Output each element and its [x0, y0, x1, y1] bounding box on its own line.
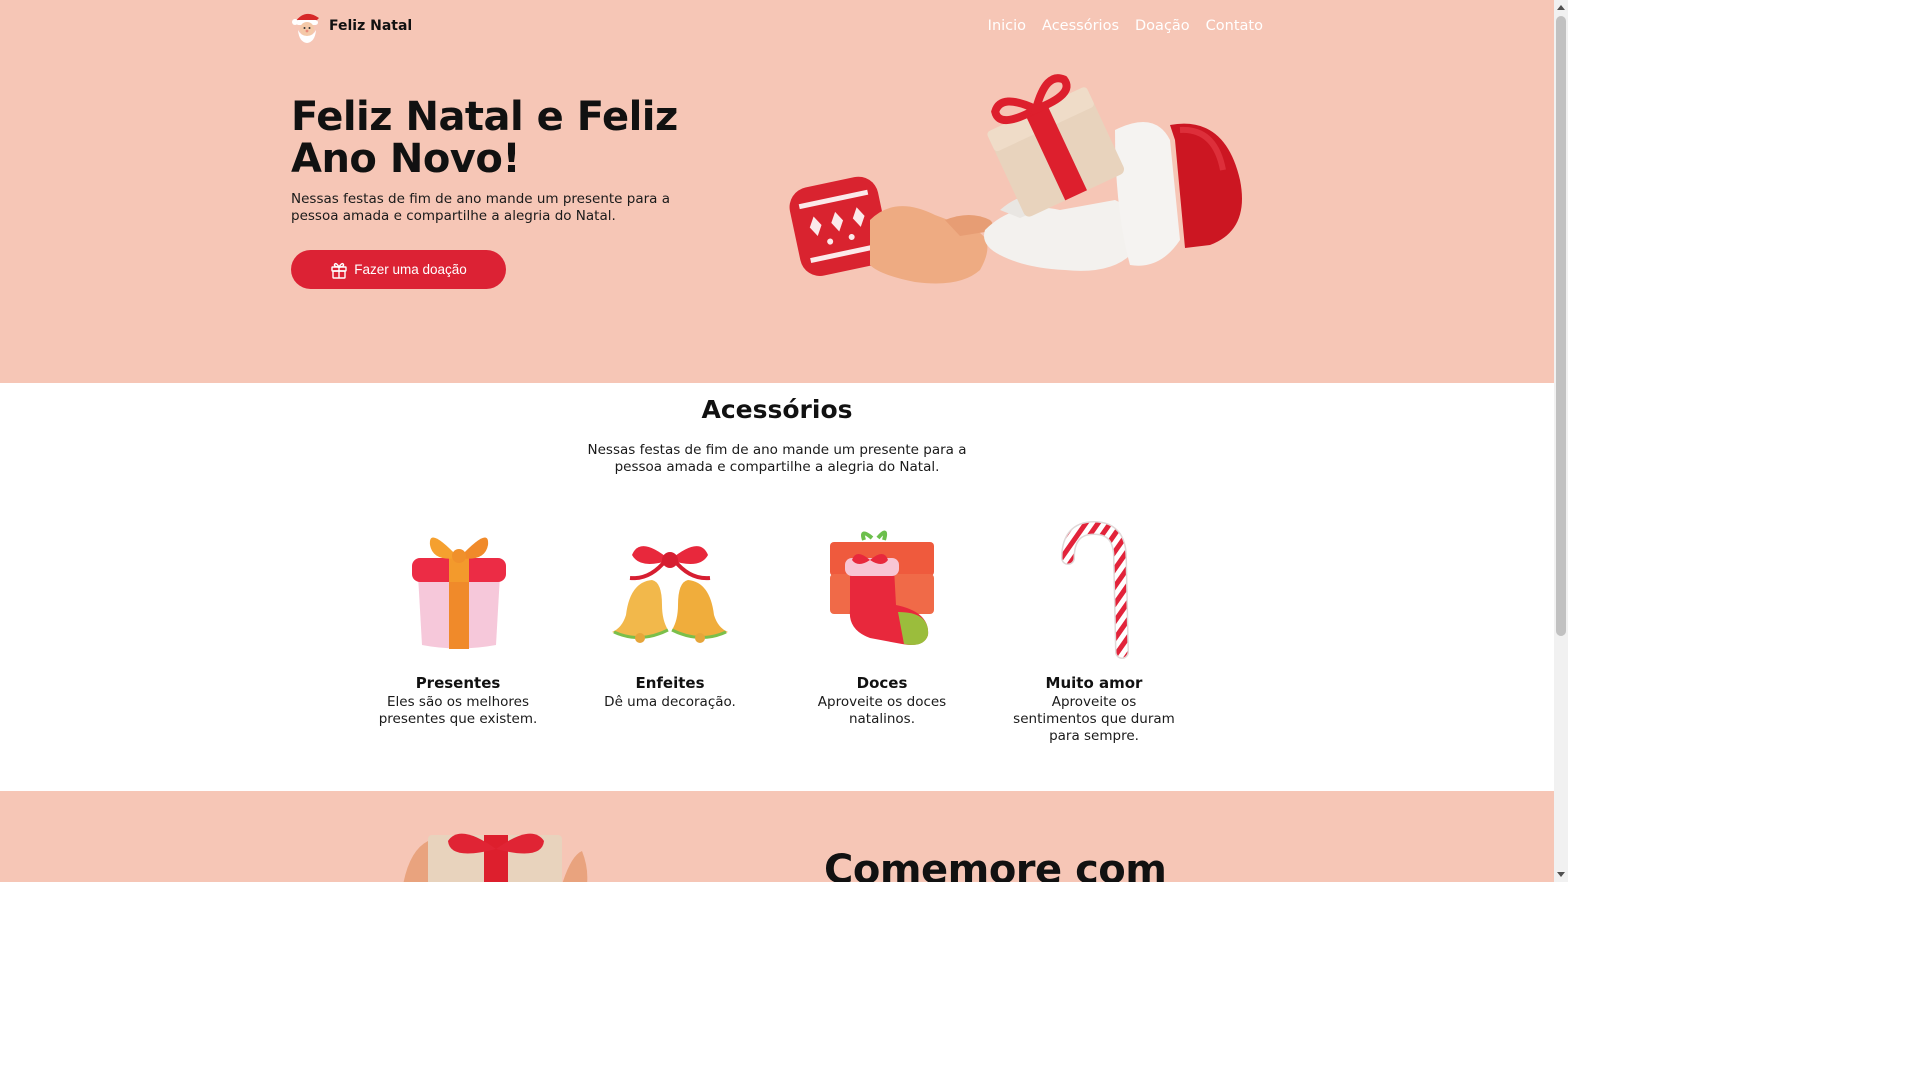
accessory-description: Aproveite os sentimentos que duram para …: [1013, 694, 1175, 744]
donate-button-label: Fazer uma doação: [354, 262, 467, 277]
nav-link-acessorios[interactable]: Acessórios: [1042, 18, 1119, 34]
hero-section: Feliz Natal Inicio Acessórios Doação Con…: [0, 0, 1554, 383]
candy-cane-icon: [1061, 520, 1129, 659]
accessory-name: Enfeites: [635, 674, 705, 692]
gift-box-icon: [412, 537, 506, 649]
accessory-card-presentes: Presentes Eles são os melhores presentes…: [352, 520, 564, 728]
navbar: Feliz Natal Inicio Acessórios Doação Con…: [291, 6, 1263, 46]
celebrate-title: Comemore com: [824, 847, 1167, 882]
brand-name: Feliz Natal: [329, 18, 413, 34]
scrollbar-thumb[interactable]: [1556, 16, 1566, 636]
accessory-card-enfeites: Enfeites Dê uma decoração.: [564, 520, 776, 711]
nav-links: Inicio Acessórios Doação Contato: [988, 6, 1263, 46]
vertical-scrollbar[interactable]: [1554, 0, 1568, 882]
nav-link-inicio[interactable]: Inicio: [988, 18, 1026, 34]
bells-icon: [612, 546, 728, 643]
accessory-card-doces: Doces Aproveite os doces natalinos.: [776, 520, 988, 728]
donate-button[interactable]: Fazer uma doação: [291, 250, 506, 289]
hero-description: Nessas festas de fim de ano mande um pre…: [291, 191, 670, 224]
accessory-name: Muito amor: [1045, 674, 1143, 692]
accessory-description: Aproveite os doces natalinos.: [817, 694, 947, 727]
accessories-description: Nessas festas de fim de ano mande um pre…: [587, 442, 967, 475]
hands-gift-illustration: [789, 74, 1242, 284]
scroll-down-arrow-icon[interactable]: [1554, 868, 1568, 882]
brand-link[interactable]: Feliz Natal: [291, 6, 412, 46]
santa-logo-icon: [292, 13, 319, 43]
page: Feliz Natal Inicio Acessórios Doação Con…: [0, 0, 1554, 882]
nav-link-doacao[interactable]: Doação: [1135, 18, 1190, 34]
celebrate-section: Comemore com: [0, 791, 1554, 882]
accessory-description: Eles são os melhores presentes que exist…: [378, 694, 538, 727]
nav-link-contato[interactable]: Contato: [1206, 18, 1263, 34]
accessory-name: Doces: [856, 674, 908, 692]
accessory-card-muito-amor: Muito amor Aproveite os sentimentos que …: [988, 520, 1200, 745]
accessories-title: Acessórios: [701, 395, 853, 424]
gift-icon: [331, 262, 347, 279]
accessory-description: Dê uma decoração.: [604, 694, 736, 710]
stocking-icon: [830, 530, 934, 645]
gift-hands-illustration: [403, 833, 588, 882]
hero-title: Feliz Natal e Feliz Ano Novo!: [291, 94, 678, 182]
accessories-grid: Presentes Eles são os melhores presentes…: [352, 520, 1202, 760]
accessory-name: Presentes: [415, 674, 501, 692]
scroll-up-arrow-icon[interactable]: [1554, 0, 1568, 14]
